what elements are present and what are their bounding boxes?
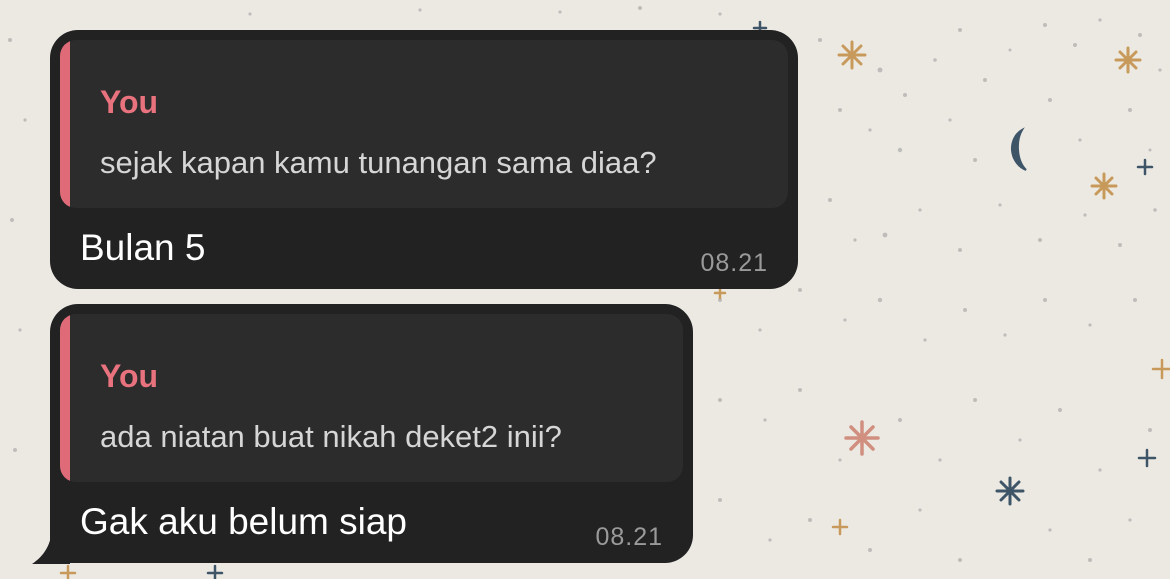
- message-timestamp: 08.21: [700, 249, 768, 277]
- quoted-author: You: [100, 84, 159, 120]
- message-bubble[interactable]: You sejak kapan kamu tunangan sama diaa?…: [50, 30, 798, 289]
- star-icon: [995, 476, 1025, 506]
- quoted-message[interactable]: You ada niatan buat nikah deket2 inii?: [60, 314, 683, 482]
- quoted-author: You: [100, 358, 159, 394]
- moon-icon: [1011, 127, 1027, 171]
- message-bubble[interactable]: You ada niatan buat nikah deket2 inii? G…: [50, 304, 693, 563]
- star-icon: [837, 40, 867, 70]
- quoted-message[interactable]: You sejak kapan kamu tunangan sama diaa?: [60, 40, 788, 208]
- quoted-text: ada niatan buat nikah deket2 inii?: [100, 419, 562, 454]
- quote-accent-bar: [60, 40, 70, 208]
- message-text: Gak aku belum siap: [80, 501, 408, 542]
- star-icon: [1090, 172, 1118, 200]
- message-text: Bulan 5: [80, 227, 206, 268]
- star-icon: [1114, 46, 1142, 74]
- quote-accent-bar: [60, 314, 70, 482]
- star-icon: [844, 420, 880, 456]
- quoted-text: sejak kapan kamu tunangan sama diaa?: [100, 145, 657, 180]
- message-timestamp: 08.21: [595, 523, 663, 551]
